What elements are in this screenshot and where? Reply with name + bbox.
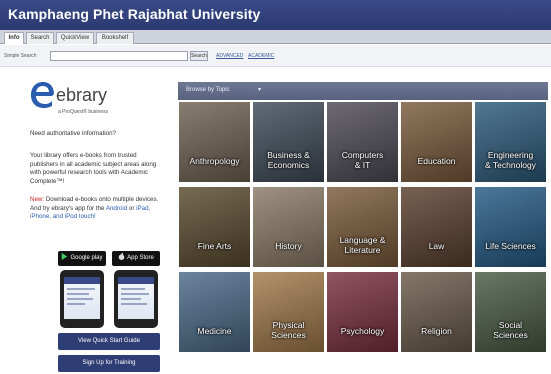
topic-label-line-2: Sciences [271,330,306,340]
training-button[interactable]: Sign Up for Training [58,355,160,372]
topic-label-line-1: History [275,241,302,251]
ebrary-wordmark: ebrary [56,85,108,105]
topic-label: Language & Literature [327,235,398,255]
topic-tile-education[interactable]: Education [401,102,472,182]
iphone-image [114,270,158,328]
topic-label: Business & Economics [253,150,324,170]
topic-tile-anthropology[interactable]: Anthropology [179,102,250,182]
browse-topic-label: Browse by Topic [186,87,230,93]
topic-label-line-1: Life Sciences [485,241,536,251]
chevron-down-icon: ▾ [258,87,262,93]
search-input[interactable] [50,51,188,61]
topic-label-line-1: Psychology [340,326,385,336]
topic-label: Computers & IT [327,150,398,170]
new-label: New: [30,196,45,203]
or-text: or [128,204,135,212]
search-button[interactable]: Search [190,51,208,61]
tab-search[interactable]: Search [26,32,54,44]
topic-label-line-2: Literature [344,245,381,255]
topic-label: Anthropology [179,156,250,166]
apple-icon [118,253,125,260]
topic-tile-physical[interactable]: Physical Sciences [253,272,324,352]
topic-tile-law[interactable]: Law [401,187,472,267]
topic-tile-medicine[interactable]: Medicine [179,272,250,352]
topic-label-line-2: Sciences [493,330,528,340]
tab-bar: Info Search QuickView Bookshelf [0,30,551,44]
topic-label: Engineering & Technology [475,150,546,170]
topic-tile-fine-arts[interactable]: Fine Arts [179,187,250,267]
android-phone-image [60,270,104,328]
tab-info[interactable]: Info [4,32,24,44]
topic-label-line-1: Religion [421,326,452,336]
info-question: Need authoritative information? [30,130,116,137]
quick-start-button[interactable]: View Quick Start Guide [58,333,160,350]
academic-link[interactable]: ACADEMIC [248,53,274,59]
topic-tile-religion[interactable]: Religion [401,272,472,352]
ebrary-subtitle: a ProQuest® business [58,109,109,115]
topic-tile-psychology[interactable]: Psychology [327,272,398,352]
info-body: Your library offers e-books from trusted… [30,152,157,185]
advanced-search-link[interactable]: ADVANCED [216,53,243,59]
topic-label: Physical Sciences [253,320,324,340]
google-play-icon [62,253,68,260]
android-link[interactable]: Android [106,205,127,212]
topic-label-line-1: Physical [272,320,305,330]
search-bar: Simple Search Search ADVANCED ACADEMIC [0,45,551,67]
topic-label: History [253,241,324,251]
topic-tile-life-sciences[interactable]: Life Sciences [475,187,546,267]
topic-tile-business[interactable]: Business & Economics [253,102,324,182]
topic-tile-social[interactable]: Social Sciences [475,272,546,352]
topic-label-line-2: & Technology [485,160,536,170]
topic-label-line-2: & IT [354,160,371,170]
topic-label-line-1: Computers [341,150,384,160]
topic-tile-language[interactable]: Language & Literature [327,187,398,267]
app-store-label: App Store [127,255,154,261]
tab-quickview[interactable]: QuickView [56,32,94,44]
ebrary-logo: ebrary a ProQuest® business [30,82,140,120]
topic-label-line-1: Engineering [487,150,534,160]
library-title: Kamphaeng Phet Rajabhat University [8,6,261,22]
topic-tile-engineering[interactable]: Engineering & Technology [475,102,546,182]
topic-label: Social Sciences [475,320,546,340]
browse-topic-bar[interactable]: Browse by Topic ▾ [178,82,548,100]
app-store-badge[interactable]: App Store [112,251,160,266]
search-label: Simple Search [4,53,37,59]
topic-label-line-1: Medicine [197,326,232,336]
topic-tile-computers[interactable]: Computers & IT [327,102,398,182]
topic-label-line-1: Anthropology [189,156,240,166]
topic-label: Psychology [327,326,398,336]
topic-label: Life Sciences [475,241,546,251]
topic-label-line-1: Fine Arts [197,241,232,251]
topic-label-line-2: Economics [267,160,310,170]
google-play-label: Google play [70,255,103,261]
topic-label: Religion [401,326,472,336]
topic-label-line-1: Law [428,241,445,251]
topic-label: Education [401,156,472,166]
topic-label-line-1: Language & [339,235,386,245]
topic-label: Medicine [179,326,250,336]
info-new: New: Download e-books onto multiple devi… [30,196,162,222]
topic-label-line-1: Social [498,320,523,330]
topic-label: Fine Arts [179,241,250,251]
ebrary-e-icon [31,82,54,108]
app-header: Kamphaeng Phet Rajabhat University [0,0,551,30]
tab-bookshelf[interactable]: Bookshelf [96,32,134,44]
topic-label-line-1: Education [417,156,456,166]
topic-label: Law [401,241,472,251]
topic-label-line-1: Business & [267,150,310,160]
topic-tile-history[interactable]: History [253,187,324,267]
google-play-badge[interactable]: Google play [58,251,106,266]
